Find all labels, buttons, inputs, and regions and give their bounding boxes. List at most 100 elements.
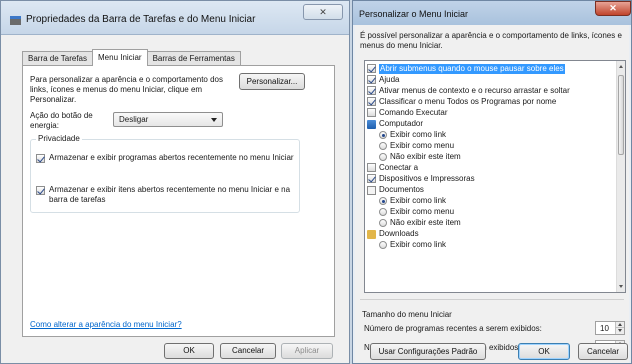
right-cancel-button[interactable]: Cancelar <box>578 343 628 360</box>
list-item[interactable]: Ativar menus de contexto e o recurso arr… <box>367 86 570 96</box>
list-scrollbar[interactable] <box>616 61 625 292</box>
list-item-label: Exibir como link <box>390 196 447 205</box>
right-dialog-body: É possível personalizar a aparência e o … <box>355 25 629 363</box>
list-item[interactable]: Exibir como menu <box>379 207 454 217</box>
list-group-label: Downloads <box>379 229 419 238</box>
privacy-groupbox: Privacidade Armazenar e exibir programas… <box>30 134 300 213</box>
left-apply-button[interactable]: Aplicar <box>281 343 333 359</box>
spin-down-icon[interactable] <box>615 328 624 334</box>
list-item[interactable]: Exibir como link <box>379 130 446 140</box>
list-item-radio[interactable] <box>379 153 387 161</box>
list-item[interactable]: Não exibir este item <box>379 218 461 228</box>
store-recent-programs-option[interactable]: Armazenar e exibir programas abertos rec… <box>36 153 296 163</box>
list-item[interactable]: Abrir submenus quando o mouse pausar sob… <box>367 64 565 74</box>
recent-programs-label: Número de programas recentes a serem exi… <box>364 324 542 333</box>
scroll-down-icon[interactable] <box>619 285 623 288</box>
documents-icon <box>367 185 376 195</box>
list-group-header: Documentos <box>367 185 424 195</box>
list-item-label: Exibir como menu <box>390 207 455 216</box>
computer-icon <box>367 119 376 129</box>
list-item[interactable]: Exibir como link <box>379 240 446 250</box>
chevron-down-icon <box>211 118 217 122</box>
store-recent-programs-label: Armazenar e exibir programas abertos rec… <box>49 153 294 162</box>
tab-menu-iniciar[interactable]: Menu Iniciar <box>92 49 148 66</box>
list-item-label: Conectar a <box>379 163 419 172</box>
list-group-label: Documentos <box>379 185 424 194</box>
left-titlebar: Propriedades da Barra de Tarefas e do Me… <box>1 1 349 35</box>
left-tab-strip: Barra de Tarefas Menu Iniciar Barras de … <box>22 49 241 66</box>
right-titlebar: Personalizar o Menu Iniciar ✕ <box>353 1 631 25</box>
right-close-button[interactable]: ✕ <box>595 1 631 16</box>
list-item-radio[interactable] <box>379 197 387 205</box>
privacy-legend: Privacidade <box>36 134 82 143</box>
downloads-icon <box>367 229 376 239</box>
list-group-label: Computador <box>379 119 424 128</box>
list-item[interactable]: Ajuda <box>367 75 399 85</box>
taskbar-icon <box>10 16 21 25</box>
taskbar-properties-dialog: Propriedades da Barra de Tarefas e do Me… <box>0 0 350 364</box>
list-item-label: Dispositivos e Impressoras <box>379 174 475 183</box>
list-item-checkbox[interactable] <box>367 97 376 106</box>
store-recent-items-option[interactable]: Armazenar e exibir itens abertos recente… <box>36 185 296 205</box>
list-item-radio[interactable] <box>379 208 387 216</box>
list-item-checkbox[interactable] <box>367 174 376 183</box>
start-menu-size-title: Tamanho do menu Iniciar <box>362 310 452 319</box>
store-recent-items-label: Armazenar e exibir itens abertos recente… <box>49 185 291 204</box>
customize-start-menu-dialog: Personalizar o Menu Iniciar ✕ É possível… <box>352 0 632 364</box>
list-item-label: Comando Executar <box>379 108 448 117</box>
customize-intro-text: É possível personalizar a aparência e o … <box>360 31 622 50</box>
list-item-label: Não exibir este item <box>390 152 461 161</box>
personalize-button[interactable]: Personalizar... <box>239 73 305 90</box>
list-item[interactable]: Exibir como menu <box>379 141 454 151</box>
list-item[interactable]: Classificar o menu Todos os Programas po… <box>367 97 556 107</box>
store-recent-items-checkbox[interactable] <box>36 186 45 195</box>
list-item-label: Exibir como link <box>390 130 447 139</box>
start-menu-options-list[interactable]: Abrir submenus quando o mouse pausar sob… <box>364 60 626 293</box>
use-default-settings-button[interactable]: Usar Configurações Padrão <box>370 343 486 360</box>
list-item-checkbox[interactable] <box>367 64 376 73</box>
right-ok-button[interactable]: OK <box>518 343 570 360</box>
start-menu-intro-text: Para personalizar a aparência e o compor… <box>30 75 223 104</box>
list-item-checkbox[interactable] <box>367 163 376 172</box>
list-item-checkbox[interactable] <box>367 86 376 95</box>
list-item-radio[interactable] <box>379 219 387 227</box>
list-item-checkbox[interactable] <box>367 75 376 84</box>
list-item[interactable]: Dispositivos e Impressoras <box>367 174 475 184</box>
close-icon: ✕ <box>319 7 327 17</box>
list-item[interactable]: Conectar a <box>367 163 418 173</box>
list-item-radio[interactable] <box>379 131 387 139</box>
list-item-radio[interactable] <box>379 241 387 249</box>
scroll-thumb[interactable] <box>618 75 624 155</box>
list-item-label: Não exibir este item <box>390 218 461 227</box>
list-item-checkbox[interactable] <box>367 108 376 117</box>
power-button-action-value: Desligar <box>119 115 149 124</box>
tab-barras-de-ferramentas[interactable]: Barras de Ferramentas <box>146 51 241 66</box>
list-item-label: Ativar menus de contexto e o recurso arr… <box>379 86 570 95</box>
start-menu-help-link[interactable]: Como alterar a aparência do menu Iniciar… <box>30 320 182 329</box>
left-cancel-button[interactable]: Cancelar <box>220 343 276 359</box>
power-button-action-label: Ação do botão de energia: <box>30 111 93 130</box>
store-recent-programs-checkbox[interactable] <box>36 154 45 163</box>
left-ok-button[interactable]: OK <box>164 343 214 359</box>
scroll-up-icon[interactable] <box>619 65 623 68</box>
divider <box>360 299 624 300</box>
power-button-action-select[interactable]: Desligar <box>113 112 223 127</box>
list-item-label: Classificar o menu Todos os Programas po… <box>379 97 557 106</box>
list-item[interactable]: Exibir como link <box>379 196 446 206</box>
list-item-label: Exibir como link <box>390 240 447 249</box>
list-item-label: Abrir submenus quando o mouse pausar sob… <box>379 64 565 74</box>
left-close-button[interactable]: ✕ <box>303 4 343 20</box>
list-group-header: Computador <box>367 119 423 129</box>
tab-barra-de-tarefas[interactable]: Barra de Tarefas <box>22 51 93 66</box>
right-dialog-title: Personalizar o Menu Iniciar <box>359 9 469 19</box>
close-icon: ✕ <box>609 3 617 13</box>
list-item[interactable]: Não exibir este item <box>379 152 461 162</box>
start-menu-tab-panel: Para personalizar a aparência e o compor… <box>22 65 335 337</box>
list-group-header: Downloads <box>367 229 419 239</box>
list-item-label: Exibir como menu <box>390 141 455 150</box>
list-item-radio[interactable] <box>379 142 387 150</box>
list-item[interactable]: Comando Executar <box>367 108 447 118</box>
recent-programs-value: 10 <box>600 324 609 333</box>
list-item-label: Ajuda <box>379 75 400 84</box>
recent-programs-stepper[interactable]: 10 <box>595 321 625 335</box>
